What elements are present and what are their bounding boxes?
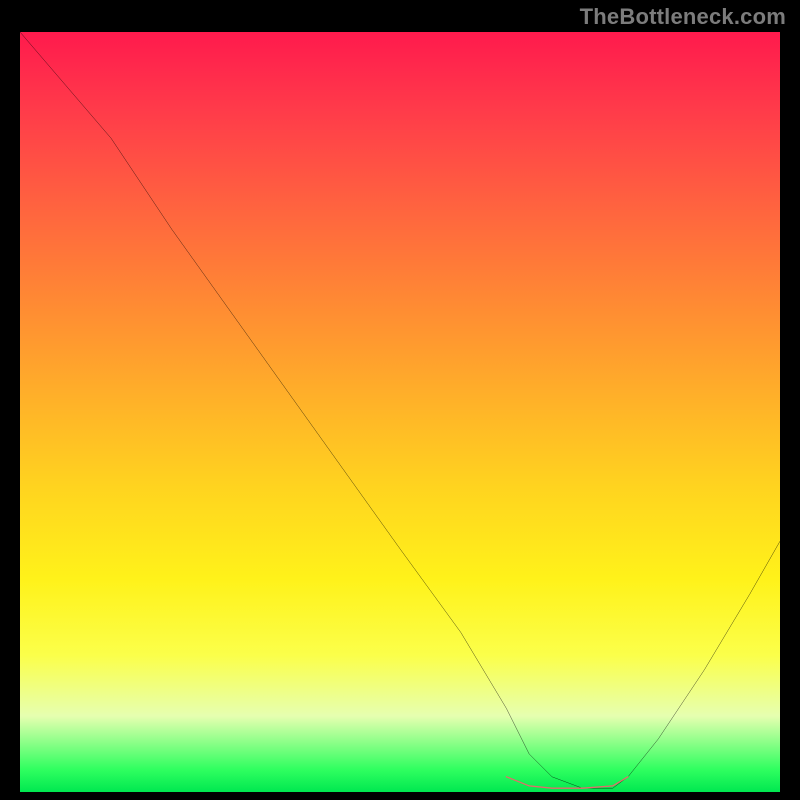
- black-curve-path: [20, 32, 780, 788]
- attribution-text: TheBottleneck.com: [580, 4, 786, 30]
- chart-frame: TheBottleneck.com: [0, 0, 800, 800]
- plot-area: [20, 32, 780, 792]
- chart-lines: [20, 32, 780, 792]
